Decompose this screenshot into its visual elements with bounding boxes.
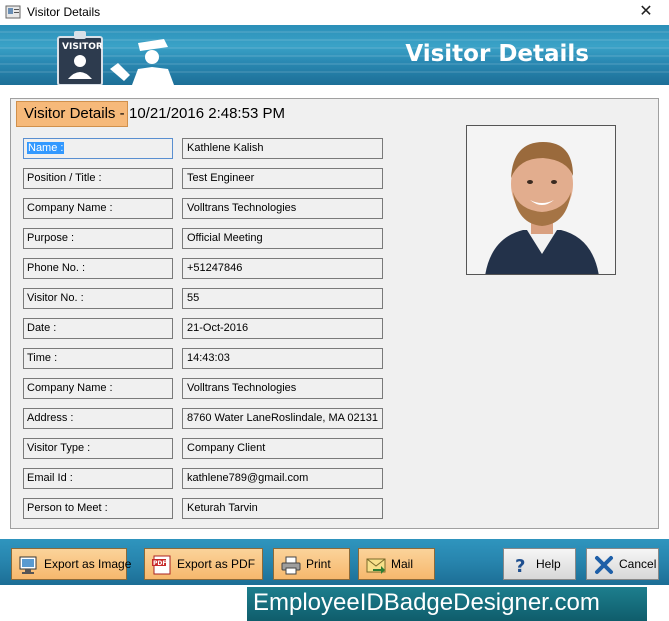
brand-footer: EmployeeIDBadgeDesigner.com: [247, 587, 647, 621]
export-image-icon: [19, 556, 37, 574]
field-value-company-2[interactable]: Volltrans Technologies: [182, 378, 383, 399]
field-value-email[interactable]: kathlene789@gmail.com: [182, 468, 383, 489]
visitor-photo-image: [467, 126, 615, 274]
svg-text:VISITOR: VISITOR: [62, 42, 103, 52]
field-label-company: Company Name :: [23, 198, 173, 219]
field-label-address: Address :: [23, 408, 173, 429]
section-badge: Visitor Details -: [16, 101, 128, 127]
field-value-time[interactable]: 14:43:03: [182, 348, 383, 369]
window-title: Visitor Details: [27, 5, 101, 19]
mail-icon: [366, 558, 386, 574]
field-value-company[interactable]: Volltrans Technologies: [182, 198, 383, 219]
field-value-name[interactable]: Kathlene Kalish: [182, 138, 383, 159]
field-value-position[interactable]: Test Engineer: [182, 168, 383, 189]
section-datetime: 10/21/2016 2:48:53 PM: [129, 105, 285, 122]
mail-button[interactable]: Mail: [358, 548, 435, 580]
field-label-time: Time :: [23, 348, 173, 369]
header-title: Visitor Details: [405, 41, 589, 67]
field-value-date[interactable]: 21-Oct-2016: [182, 318, 383, 339]
field-label-position: Position / Title :: [23, 168, 173, 189]
cancel-button[interactable]: Cancel: [586, 548, 659, 580]
field-label-company-2: Company Name :: [23, 378, 173, 399]
field-value-address[interactable]: 8760 Water LaneRoslindale, MA 02131: [182, 408, 383, 429]
visitor-photo: [466, 125, 616, 275]
field-value-person-to-meet[interactable]: Keturah Tarvin: [182, 498, 383, 519]
field-value-phone[interactable]: +51247846: [182, 258, 383, 279]
field-label-purpose: Purpose :: [23, 228, 173, 249]
brand-text: EmployeeIDBadgeDesigner.com: [253, 589, 600, 616]
help-button[interactable]: ? Help: [503, 548, 576, 580]
app-icon: [5, 5, 21, 19]
visitor-logo-icon: VISITOR: [57, 31, 174, 85]
field-value-visitor-type[interactable]: Company Client: [182, 438, 383, 459]
print-button[interactable]: Print: [273, 548, 350, 580]
field-label-email: Email Id :: [23, 468, 173, 489]
cancel-icon: [595, 556, 613, 574]
printer-icon: [281, 556, 301, 575]
close-icon[interactable]: ✕: [623, 0, 669, 25]
field-label-visitor-no: Visitor No. :: [23, 288, 173, 309]
title-bar: Visitor Details ✕: [0, 0, 669, 25]
field-label-person-to-meet: Person to Meet :: [23, 498, 173, 519]
field-label-name: Name :: [23, 138, 173, 159]
field-value-purpose[interactable]: Official Meeting: [182, 228, 383, 249]
export-pdf-button[interactable]: PDF Export as PDF: [144, 548, 263, 580]
svg-text:?: ?: [515, 556, 525, 576]
field-value-visitor-no[interactable]: 55: [182, 288, 383, 309]
help-icon: ?: [515, 556, 525, 576]
header-banner: VISITOR Visitor Details: [0, 25, 669, 85]
export-image-button[interactable]: Export as Image: [11, 548, 131, 580]
field-label-date: Date :: [23, 318, 173, 339]
field-label-phone: Phone No. :: [23, 258, 173, 279]
field-label-visitor-type: Visitor Type :: [23, 438, 173, 459]
svg-text:PDF: PDF: [153, 560, 166, 567]
pdf-icon: PDF: [152, 555, 171, 575]
